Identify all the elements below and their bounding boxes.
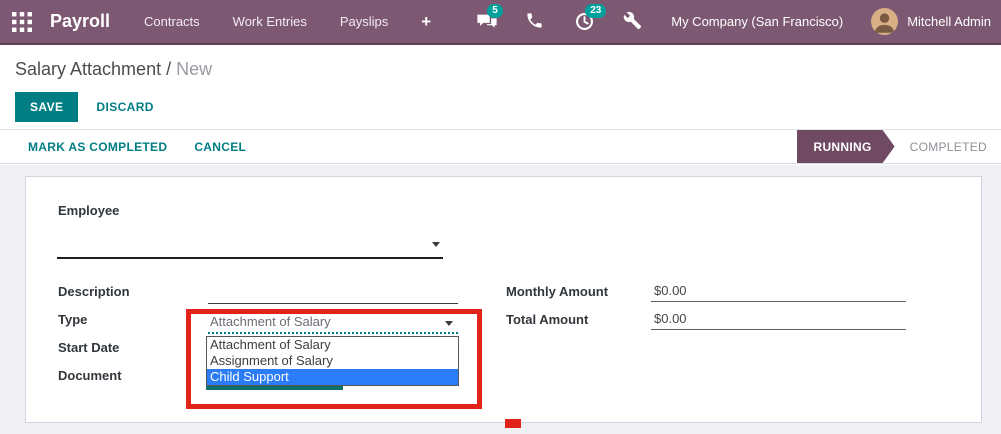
breadcrumb-separator: / — [166, 59, 172, 79]
description-field[interactable] — [208, 284, 458, 304]
plus-icon[interactable]: + — [421, 12, 431, 32]
type-select-value: Attachment of Salary — [210, 314, 331, 329]
cancel-button[interactable]: CANCEL — [194, 140, 246, 154]
company-switcher[interactable]: My Company (San Francisco) — [671, 14, 843, 29]
mark-as-completed-button[interactable]: MARK AS COMPLETED — [28, 140, 167, 154]
messages-badge: 5 — [487, 3, 503, 18]
tools-icon[interactable] — [623, 11, 645, 33]
app-title[interactable]: Payroll — [50, 11, 110, 32]
type-option-attachment-of-salary[interactable]: Attachment of Salary — [207, 337, 458, 353]
activities-clock-icon[interactable]: 23 — [574, 3, 607, 33]
top-navbar: Payroll Contracts Work Entries Payslips … — [0, 0, 1001, 45]
statusbar-buttons: MARK AS COMPLETED CANCEL — [28, 130, 273, 163]
type-select-caret-icon[interactable] — [445, 321, 453, 326]
document-label: Document — [58, 368, 122, 383]
employee-field[interactable] — [57, 226, 443, 259]
form-statusbar: MARK AS COMPLETED CANCEL RUNNING COMPLET… — [0, 129, 1001, 164]
employee-dropdown-caret-icon[interactable] — [432, 242, 440, 247]
monthly-amount-label: Monthly Amount — [506, 284, 609, 299]
messages-icon[interactable]: 5 — [476, 3, 503, 33]
employee-label: Employee — [58, 203, 120, 218]
control-panel-buttons: SAVE DISCARD — [15, 92, 154, 122]
employee-input[interactable] — [57, 226, 417, 257]
breadcrumb-parent[interactable]: Salary Attachment — [15, 59, 161, 79]
apps-grid-icon[interactable] — [12, 11, 32, 32]
form-sheet: Employee Description Type Attachment of … — [25, 176, 982, 423]
state-completed[interactable]: COMPLETED — [895, 130, 997, 163]
statusbar-states: RUNNING COMPLETED — [797, 130, 998, 163]
user-avatar[interactable] — [871, 8, 899, 35]
user-menu[interactable]: Mitchell Admin — [907, 14, 991, 29]
breadcrumb: Salary Attachment / New — [0, 45, 1001, 89]
total-amount-field[interactable]: $0.00 — [651, 309, 906, 330]
type-option-child-support[interactable]: Child Support — [207, 369, 458, 385]
monthly-amount-field[interactable]: $0.00 — [651, 281, 906, 302]
menu-contracts[interactable]: Contracts — [144, 14, 200, 29]
save-button[interactable]: SAVE — [15, 92, 79, 122]
total-amount-label: Total Amount — [506, 312, 589, 327]
select-focus-underline — [206, 386, 343, 390]
description-input[interactable] — [208, 284, 458, 303]
discard-button[interactable]: DISCARD — [96, 100, 153, 114]
type-label: Type — [58, 312, 88, 327]
state-running[interactable]: RUNNING — [797, 130, 895, 163]
menu-payslips[interactable]: Payslips — [340, 14, 388, 29]
start-date-label: Start Date — [58, 340, 120, 355]
type-select[interactable]: Attachment of Salary — [208, 312, 458, 334]
type-dropdown-list: Attachment of Salary Assignment of Salar… — [206, 336, 459, 386]
form-view-background: Employee Description Type Attachment of … — [0, 165, 1001, 434]
menu-work-entries[interactable]: Work Entries — [233, 14, 307, 29]
type-option-assignment-of-salary[interactable]: Assignment of Salary — [207, 353, 458, 369]
topbar-systray: 5 23 My Company (San Francisco) Mitchell… — [449, 3, 991, 35]
description-label: Description — [58, 284, 130, 299]
breadcrumb-current: New — [176, 59, 213, 79]
activities-badge: 23 — [585, 3, 607, 18]
phone-icon[interactable] — [525, 11, 547, 33]
